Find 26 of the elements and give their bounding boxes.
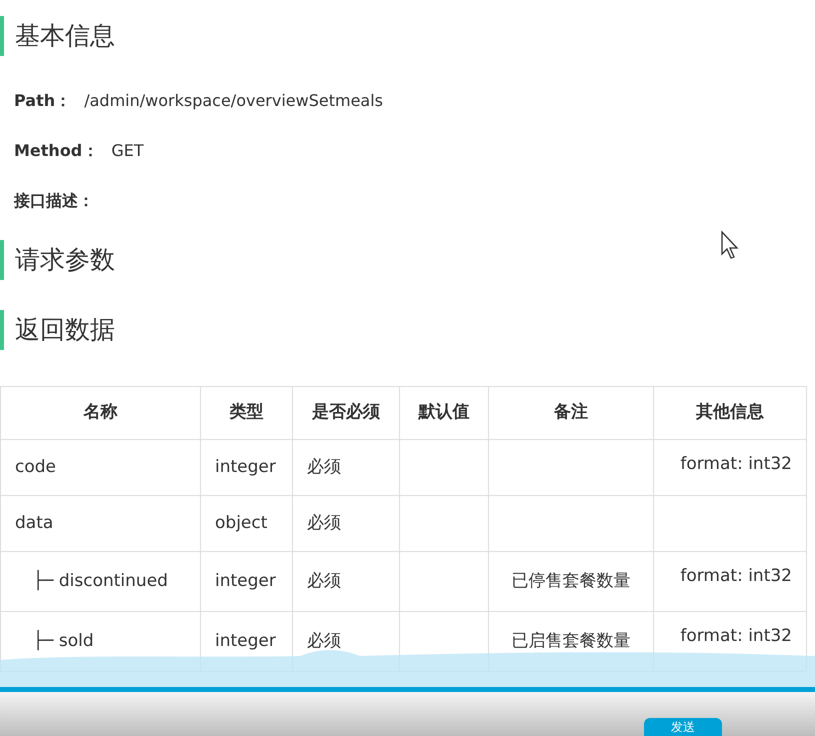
column-header: 是否必须 bbox=[292, 386, 400, 440]
table-cell: integer bbox=[200, 552, 292, 612]
column-header: 备注 bbox=[488, 386, 654, 440]
section-heading: 基本信息 bbox=[0, 16, 815, 56]
field-text: 接口描述： bbox=[12, 190, 95, 212]
column-header: 名称 bbox=[0, 386, 200, 440]
section-heading: 返回数据 bbox=[0, 310, 815, 350]
cursor-icon bbox=[720, 230, 740, 260]
column-header: 默认值 bbox=[400, 386, 488, 440]
table-cell: integer bbox=[200, 440, 292, 496]
progress-bar[interactable] bbox=[0, 687, 815, 692]
field-text: Method： GET bbox=[13, 140, 145, 162]
table-cell: format: int32 bbox=[654, 552, 806, 612]
table-cell: 必须 bbox=[292, 552, 400, 612]
table-cell: 已停售套餐数量 bbox=[488, 552, 654, 612]
table-cell: object bbox=[200, 496, 292, 552]
send-button[interactable]: 发送 bbox=[644, 718, 722, 736]
table-cell: data bbox=[0, 496, 200, 552]
column-header: 其他信息 bbox=[654, 386, 806, 440]
table-cell: 必须 bbox=[292, 440, 400, 496]
table-cell: code bbox=[0, 440, 200, 496]
table-cell: 必须 bbox=[292, 496, 400, 552]
column-header: 类型 bbox=[200, 386, 292, 440]
table-cell: ├─ discontinued bbox=[0, 552, 200, 612]
table-cell: format: int32 bbox=[654, 440, 806, 496]
field-text: Path： /admin/workspace/overviewSetmeals bbox=[13, 90, 384, 112]
